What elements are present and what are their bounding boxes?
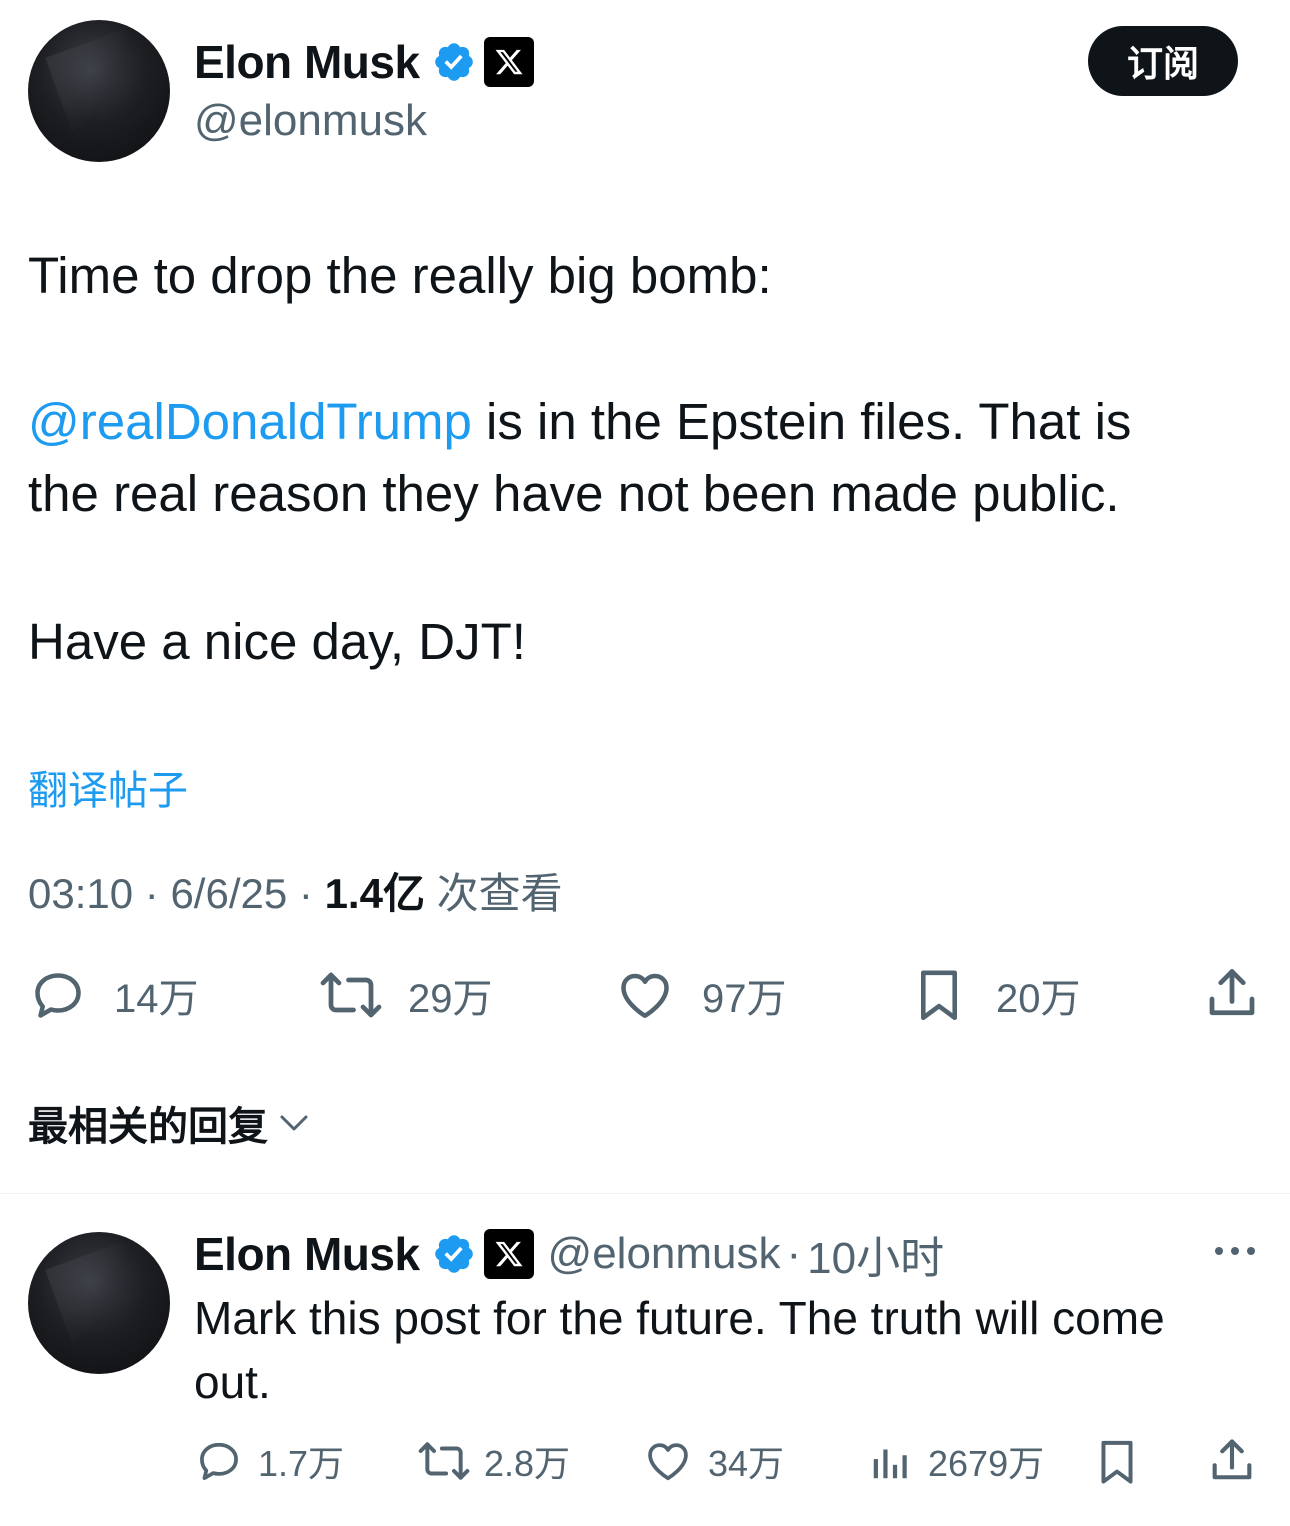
reply-share-button[interactable] [1206,1434,1258,1488]
bookmark-icon [1092,1435,1142,1489]
tweet-line-1: Time to drop the really big bomb: [28,247,772,304]
subscribe-button[interactable]: 订阅 [1088,26,1238,96]
reply-reply-button[interactable]: 1.7万 [194,1435,344,1487]
reply-author-name[interactable]: Elon Musk [194,1227,420,1281]
repost-icon [416,1436,472,1486]
verified-badge-icon[interactable] [432,1232,476,1276]
reply-count: 14万 [114,977,199,1021]
x-affiliation-icon[interactable] [483,37,534,87]
chevron-down-icon [276,1105,312,1141]
views-chart-icon [868,1436,914,1486]
bookmark-icon [910,964,968,1026]
like-count: 97万 [702,977,787,1021]
meta-separator: · [144,870,159,917]
repost-icon [318,965,384,1025]
divider [0,1193,1290,1194]
author-avatar[interactable] [28,20,170,162]
translate-post-link[interactable]: 翻译帖子 [28,758,188,816]
reply-repost-count: 2.8万 [484,1443,571,1484]
heart-icon [614,965,676,1025]
bookmark-count: 20万 [996,977,1081,1021]
verified-badge-icon[interactable] [432,40,476,84]
more-options-button[interactable] [1210,1236,1260,1266]
bookmark-button[interactable]: 20万 [910,965,1081,1025]
share-icon [1206,1434,1258,1488]
reply-like-count: 34万 [708,1443,785,1484]
reply-bookmark-button[interactable] [1092,1435,1142,1489]
tweet-line-3: the real reason they have not been made … [28,465,1120,522]
reply-icon [28,965,88,1025]
author-handle[interactable]: @elonmusk [194,96,427,146]
reply-author-avatar[interactable] [28,1232,170,1374]
meta-separator: · [298,870,313,917]
reply-time[interactable]: 10小时 [807,1222,944,1286]
heart-icon [642,1436,694,1486]
reply-repost-button[interactable]: 2.8万 [416,1435,570,1487]
tweet-meta: 03:10 · 6/6/25 · 1.4亿 次查看 [28,860,563,921]
views-count: 1.4亿 [324,870,425,917]
reply-like-button[interactable]: 34万 [642,1435,784,1487]
reply-button[interactable]: 14万 [28,965,199,1025]
share-icon [1202,963,1262,1025]
x-affiliation-icon[interactable] [483,1229,534,1279]
author-name[interactable]: Elon Musk [194,35,420,89]
mention-link[interactable]: @realDonaldTrump [28,393,472,450]
reply-views-count: 2679万 [928,1443,1045,1484]
like-button[interactable]: 97万 [614,965,787,1025]
reply-text: Mark this post for the future. The truth… [194,1292,1165,1408]
author-name-row: Elon Musk [194,34,534,90]
more-dots-icon [1210,1236,1260,1266]
tweet-line-2: @realDonaldTrump is in the Epstein files… [28,386,1131,458]
share-button[interactable] [1202,963,1262,1025]
views-label: 次查看 [436,870,563,917]
replies-sort-dropdown[interactable]: 最相关的回复 [28,1096,312,1150]
tweet-date[interactable]: 6/6/25 [170,870,287,917]
reply-author-handle[interactable]: @elonmusk [548,1229,781,1279]
tweet-time[interactable]: 03:10 [28,870,133,917]
replies-sort-label: 最相关的回复 [28,1105,268,1149]
reply-views-button[interactable]: 2679万 [868,1435,1044,1487]
reply-icon [194,1436,244,1486]
repost-button[interactable]: 29万 [318,965,493,1025]
reply-reply-count: 1.7万 [258,1443,345,1484]
tweet-line-4: Have a nice day, DJT! [28,613,526,670]
tweet-line-2-text: is in the Epstein files. That is [471,393,1132,450]
reply-separator: · [786,1229,802,1278]
reply-header-row: Elon Musk @elonmusk · 10小时 [194,1224,944,1284]
repost-count: 29万 [408,977,493,1021]
